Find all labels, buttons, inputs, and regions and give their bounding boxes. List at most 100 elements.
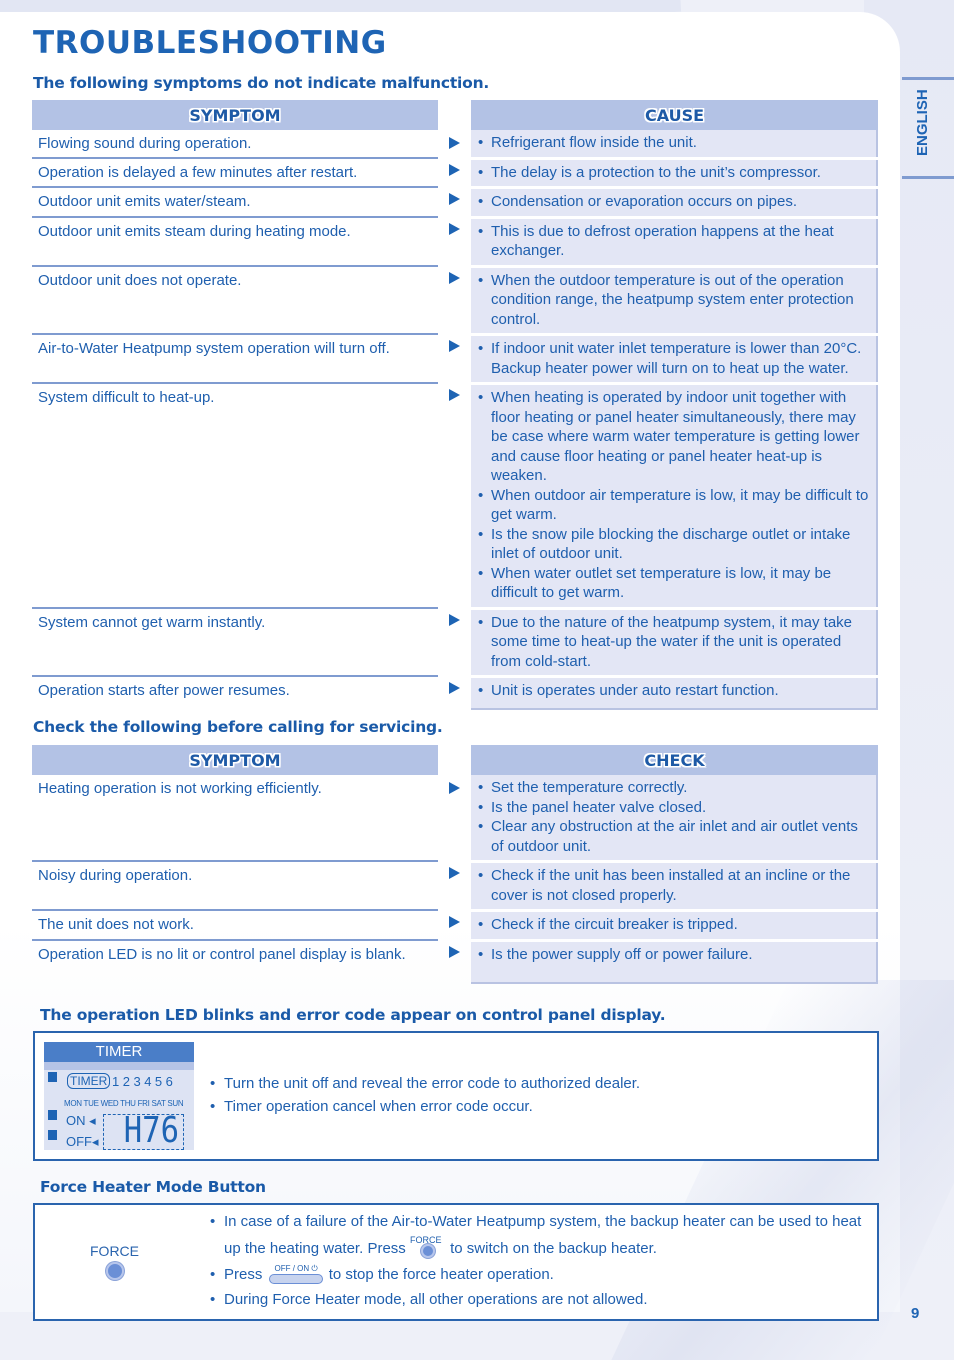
section-error-code-title: The operation LED blinks and error code … <box>40 1006 666 1024</box>
arrow-right-icon <box>449 613 460 626</box>
page-title: TROUBLESHOOTING <box>33 25 387 61</box>
language-tab-label: ENGLISH <box>914 89 931 156</box>
table-row: Operation LED is no lit or control panel… <box>32 938 878 984</box>
list-item: • Timer operation cancel when error code … <box>210 1098 533 1115</box>
table-row: Heating operation is not working efficie… <box>32 775 878 860</box>
list-item: • Press OFF / ON ⏻ to stop the force hea… <box>210 1264 554 1285</box>
lcd-timer-label: TIMER <box>67 1073 111 1089</box>
bullet-item: • Is the power supply off or power failur… <box>478 945 753 963</box>
symptom-cell: Operation is delayed a few minutes after… <box>32 156 438 187</box>
bullet-item: • The delay is a protection to the unit’s… <box>478 163 821 181</box>
bullet-item: • When the outdoor temperature is out of … <box>478 271 854 328</box>
symptom-cell: Operation LED is no lit or control panel… <box>32 938 438 984</box>
bullet-item: • Condensation or evaporation occurs on p… <box>478 193 798 210</box>
bullet-item: • Check if the unit has been installed at… <box>478 867 851 904</box>
symptom-cell: The unit does not work. <box>32 909 438 939</box>
symptom-cell: Outdoor unit does not operate. <box>32 264 438 334</box>
cause-cell: • Unit is operates under auto restart fun… <box>471 678 878 710</box>
arrow-right-icon <box>449 222 460 235</box>
lcd-off-label: OFF◂ <box>66 1134 99 1149</box>
cause-cell: • When the outdoor temperature is out of … <box>471 267 878 333</box>
symptom-cell: Heating operation is not working efficie… <box>38 780 322 797</box>
bullet-item: • Is the panel heater valve closed. <box>478 798 707 816</box>
table-row: Air-to-Water Heatpump system operation w… <box>32 333 878 382</box>
list-item: • During Force Heater mode, all other ope… <box>210 1291 648 1308</box>
arrow-right-icon <box>449 682 460 694</box>
cause-cell: • Condensation or evaporation occurs on p… <box>471 189 878 216</box>
arrow-right-icon <box>449 193 460 205</box>
bullet-item: • When water outlet set temperature is lo… <box>478 564 832 602</box>
bullet-item: • Set the temperature correctly. <box>478 779 688 796</box>
lcd-display: TIMER TIMER 123456 MON TUE WED THU FRI S… <box>44 1042 194 1150</box>
header-symptom: SYMPTOM <box>32 100 438 130</box>
arrow-right-icon <box>449 945 460 958</box>
bullet-item: • Check if the circuit breaker is tripped… <box>478 916 738 933</box>
symptom-cause-table: SYMPTOM CAUSE Flowing sound during opera… <box>32 100 878 710</box>
error-code-instructions: • Turn the unit off and reveal the error … <box>210 1075 640 1115</box>
table-row: Operation starts after power resumes. • Un… <box>32 675 878 710</box>
symptom-cell: Outdoor unit emits steam during heating … <box>32 215 438 265</box>
lcd-header: TIMER <box>44 1042 194 1062</box>
cause-cell: • This is due to defrost operation happen… <box>471 218 878 265</box>
force-button[interactable]: FORCE <box>90 1243 139 1280</box>
lcd-error-code: H76 <box>123 1110 179 1150</box>
table-header: SYMPTOM CHECK <box>32 745 878 775</box>
cause-cell: • Refrigerant flow inside the unit. <box>471 130 878 157</box>
bullet-item: • When heating is operated by indoor unit… <box>478 389 860 484</box>
table-row: Outdoor unit emits water/steam. • Condensa… <box>32 186 878 216</box>
cause-cell: • If indoor unit water inlet temperature … <box>471 336 878 382</box>
bullet-item: • Unit is operates under auto restart fun… <box>478 682 779 699</box>
lcd-error-code-box: H76 <box>103 1110 184 1150</box>
table-row: Operation is delayed a few minutes after… <box>32 156 878 187</box>
page-number: 9 <box>911 1305 920 1322</box>
symptom-check-table: SYMPTOM CHECK Heating operation is not w… <box>32 745 878 984</box>
bullet-item: • If indoor unit water inlet temperature … <box>478 340 862 377</box>
check-cell: • Check if the unit has been installed at… <box>471 863 878 909</box>
section-check-title: Check the following before calling for s… <box>33 718 443 736</box>
inline-offon-button-icon: OFF / ON ⏻ <box>267 1264 325 1285</box>
arrow-right-icon <box>449 782 460 794</box>
lcd-on-label: ON ◂ <box>66 1113 96 1128</box>
list-item: • In case of a failure of the Air-to-Wat… <box>210 1213 862 1259</box>
table-header: SYMPTOM CAUSE <box>32 100 878 130</box>
symptom-cell: Operation starts after power resumes. <box>32 675 438 710</box>
bullet-item: • Due to the nature of the heatpump syste… <box>478 613 853 670</box>
table-row: System cannot get warm instantly. • Due to… <box>32 606 878 675</box>
check-cell: • Set the temperature correctly. • Is the p… <box>471 775 878 860</box>
arrow-right-icon <box>449 916 460 928</box>
language-tab[interactable]: ENGLISH <box>902 77 954 179</box>
cause-cell: • The delay is a protection to the unit’s… <box>471 159 878 186</box>
section-force-heater-title: Force Heater Mode Button <box>40 1178 266 1196</box>
arrow-right-icon <box>449 340 460 352</box>
header-check: CHECK <box>471 745 878 775</box>
arrow-right-icon <box>449 389 460 401</box>
symptom-cell: System difficult to heat-up. <box>32 382 438 607</box>
table-row: Noisy during operation. • Check if the uni… <box>32 860 878 909</box>
table-row: Outdoor unit emits steam during heating … <box>32 215 878 265</box>
bullet-item: • When outdoor air temperature is low, it… <box>478 486 869 524</box>
section-malfunction-title: The following symptoms do not indicate m… <box>33 74 490 92</box>
bullet-item: • This is due to defrost operation happen… <box>478 222 834 260</box>
force-heater-box: FORCE • In case of a failure of the Air-… <box>33 1203 879 1321</box>
force-button-label: FORCE <box>90 1243 139 1259</box>
force-button-icon <box>105 1262 124 1280</box>
header-cause: CAUSE <box>471 100 878 130</box>
force-heater-instructions: • In case of a failure of the Air-to-Wat… <box>210 1212 870 1310</box>
inline-force-button-icon: FORCE <box>410 1235 446 1259</box>
check-cell: • Check if the circuit breaker is tripped… <box>471 912 878 939</box>
arrow-right-icon <box>449 867 460 879</box>
symptom-cell: Flowing sound during operation. <box>38 135 252 152</box>
table-row: Flowing sound during operation. • Refriger… <box>32 130 878 157</box>
arrow-right-icon <box>449 271 460 284</box>
arrow-right-icon <box>449 163 460 176</box>
arrow-right-icon <box>449 137 460 149</box>
symptom-cell: Outdoor unit emits water/steam. <box>32 186 438 216</box>
error-code-box: TIMER TIMER 123456 MON TUE WED THU FRI S… <box>33 1031 879 1161</box>
table-row: The unit does not work. • Check if the cir… <box>32 909 878 939</box>
header-symptom: SYMPTOM <box>32 745 438 775</box>
bullet-item: • Clear any obstruction at the air inlet … <box>478 818 858 855</box>
check-cell: • Is the power supply off or power failur… <box>471 941 878 984</box>
symptom-cell: Noisy during operation. <box>32 860 438 909</box>
table-row: System difficult to heat-up. • When heatin… <box>32 382 878 607</box>
list-item: • Turn the unit off and reveal the error … <box>210 1075 641 1092</box>
